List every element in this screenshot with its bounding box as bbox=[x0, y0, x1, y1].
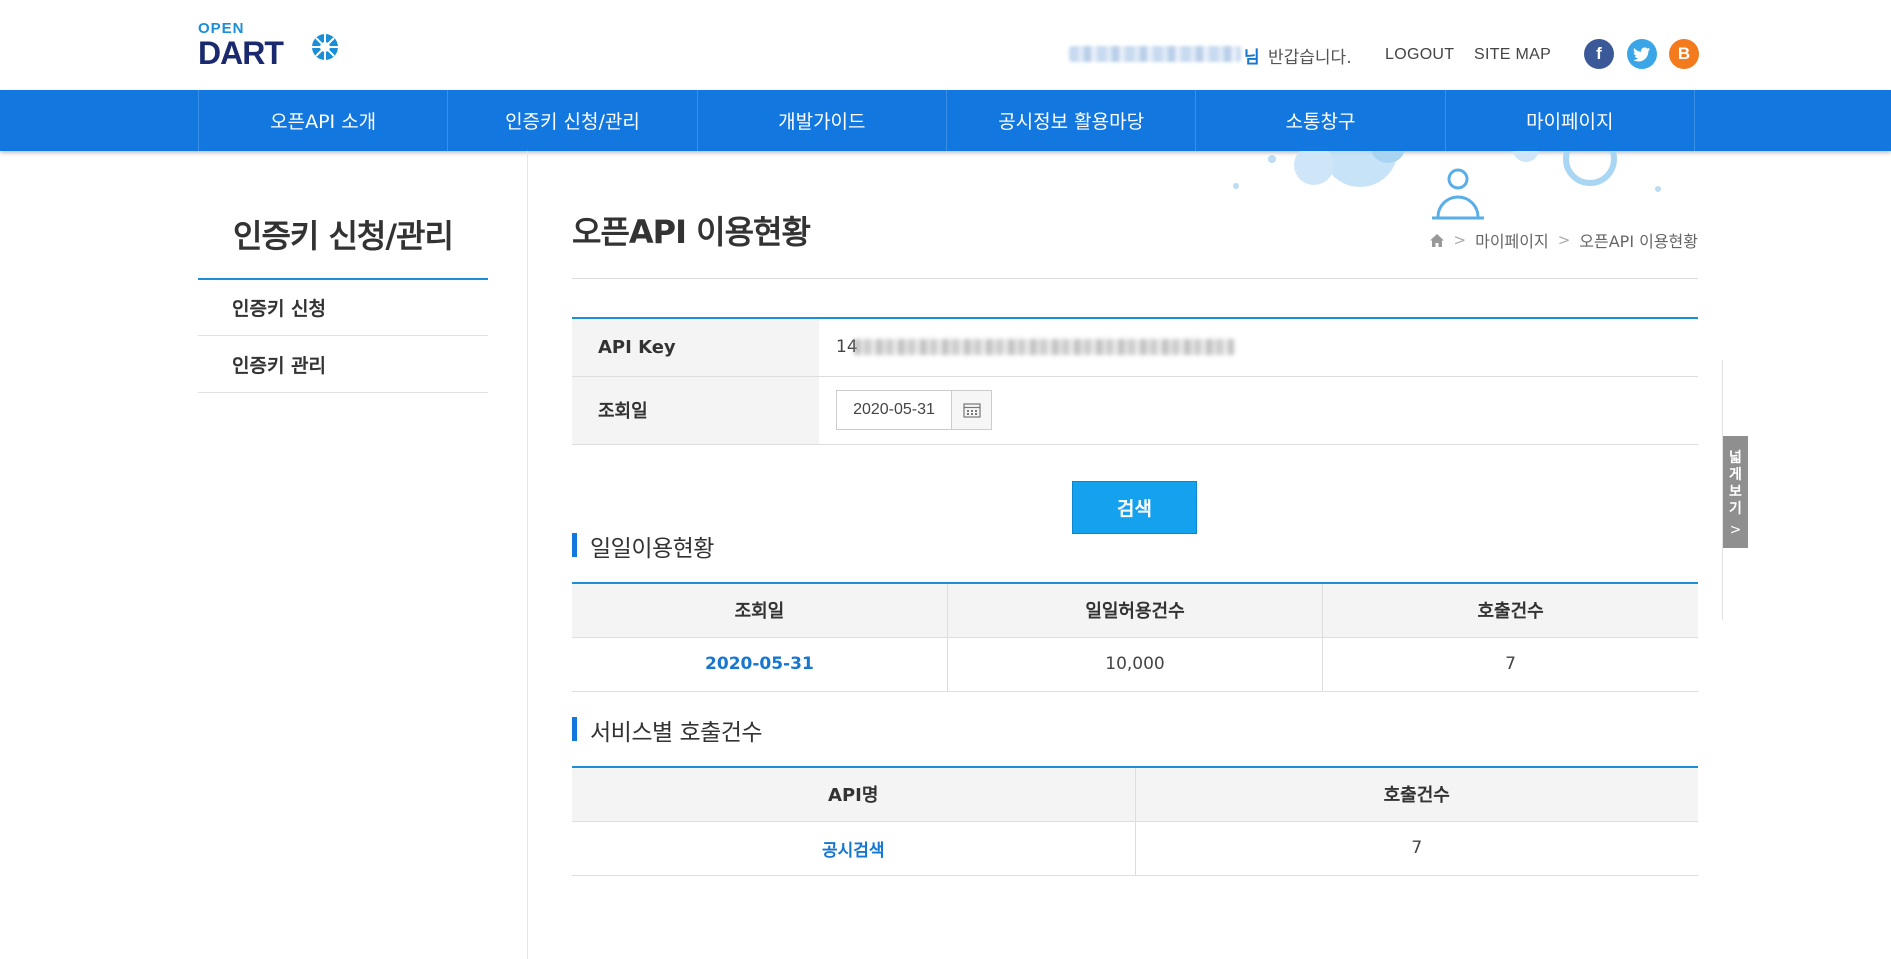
greeting-text: 반갑습니다. bbox=[1268, 48, 1352, 68]
table-row: 2020-05-31 10,000 7 bbox=[572, 637, 1698, 692]
call-count-cell: 7 bbox=[1135, 821, 1698, 876]
blogger-icon[interactable]: B bbox=[1669, 39, 1699, 69]
date-cell[interactable]: 2020-05-31 bbox=[572, 637, 948, 692]
column-header: 일일허용건수 bbox=[947, 583, 1324, 638]
widen-view-label: 넓게보기 bbox=[1729, 450, 1742, 517]
api-name-cell[interactable]: 공시검색 bbox=[572, 821, 1136, 876]
sidebar-item-usage-status[interactable]: 오픈API 이용현황 bbox=[198, 395, 486, 451]
logo-dart-text: DART bbox=[198, 35, 284, 71]
chevron-right-icon: > bbox=[1729, 522, 1742, 538]
nav-item-openapi-intro[interactable]: 오픈API 소개 bbox=[199, 90, 449, 151]
search-button[interactable]: 검색 bbox=[1072, 481, 1197, 534]
nav-item-communication[interactable]: 소통창구 bbox=[1196, 90, 1446, 151]
chevron-right-icon: > bbox=[1557, 231, 1571, 249]
column-header: 호출건수 bbox=[1322, 583, 1698, 638]
column-header: 호출건수 bbox=[1135, 767, 1698, 822]
sidebar-item-label: 오픈API 이용현황 bbox=[230, 413, 378, 436]
open-dart-logo[interactable]: OPEN DART bbox=[198, 20, 342, 71]
calendar-icon[interactable] bbox=[952, 390, 992, 430]
sitemap-link[interactable]: SITE MAP bbox=[1474, 46, 1551, 64]
date-link[interactable]: 2020-05-31 bbox=[705, 654, 814, 674]
nav-item-auth-key[interactable]: 인증키 신청/관리 bbox=[448, 90, 698, 151]
api-key-redacted bbox=[853, 339, 1234, 356]
user-suffix: 님 bbox=[1244, 48, 1260, 68]
page-title: 오픈API 이용현황 bbox=[572, 213, 811, 251]
daily-usage-table: 조회일 일일허용건수 호출건수 2020-05-31 10,000 7 bbox=[572, 582, 1698, 692]
home-icon[interactable] bbox=[1429, 233, 1445, 248]
service-calls-title: 서비스별 호출건수 bbox=[572, 713, 763, 747]
sidebar: 인증키 신청/관리 인증키 신청 인증키 관리 오픈API 이용현황 bbox=[198, 151, 528, 959]
api-key-row: API Key 14 bbox=[572, 318, 1698, 377]
main-content: 오픈API 이용현황 > 마이페이지 > 오픈API 이용현황 API Key … bbox=[572, 151, 1698, 959]
date-label: 조회일 bbox=[572, 376, 819, 445]
user-name-redacted bbox=[1069, 46, 1241, 62]
nav-item-disclosure[interactable]: 공시정보 활용마당 bbox=[947, 90, 1197, 151]
api-key-label: API Key bbox=[572, 318, 819, 377]
site-header: OPEN DART 님 반갑습니다. LOGOUT SITE MAP f B bbox=[0, 0, 1891, 90]
call-count-cell: 7 bbox=[1322, 637, 1698, 692]
logo-globe-icon bbox=[312, 34, 338, 60]
nav-item-mypage[interactable]: 마이페이지 bbox=[1446, 90, 1695, 151]
api-name-link[interactable]: 공시검색 bbox=[822, 841, 885, 861]
date-picker bbox=[836, 390, 1698, 430]
api-key-value: 14 bbox=[819, 318, 1698, 377]
nav-item-dev-guide[interactable]: 개발가이드 bbox=[698, 90, 947, 151]
main-navigation: 오픈API 소개 인증키 신청/관리 개발가이드 공시정보 활용마당 소통창구 … bbox=[0, 90, 1891, 151]
breadcrumb-item[interactable]: 마이페이지 bbox=[1475, 228, 1549, 252]
logout-link[interactable]: LOGOUT bbox=[1385, 46, 1454, 64]
date-row: 조회일 bbox=[572, 376, 1698, 445]
sidebar-item-key-manage[interactable]: 인증키 관리 bbox=[198, 337, 488, 393]
breadcrumb: > 마이페이지 > 오픈API 이용현황 bbox=[1429, 228, 1698, 252]
title-divider bbox=[572, 278, 1698, 279]
daily-usage-title: 일일이용현황 bbox=[572, 529, 714, 563]
search-form-table: API Key 14 조회일 bbox=[572, 317, 1698, 445]
column-header: API명 bbox=[572, 767, 1136, 822]
sidebar-item-key-apply[interactable]: 인증키 신청 bbox=[198, 280, 488, 336]
allowed-count-cell: 10,000 bbox=[947, 637, 1324, 692]
widen-view-button[interactable]: 넓게보기 > bbox=[1723, 436, 1748, 548]
date-input[interactable] bbox=[836, 390, 952, 430]
table-row: 공시검색 7 bbox=[572, 821, 1698, 876]
column-header: 조회일 bbox=[572, 583, 948, 638]
twitter-icon[interactable] bbox=[1627, 39, 1657, 69]
chevron-right-icon: > bbox=[1453, 231, 1467, 249]
breadcrumb-item[interactable]: 오픈API 이용현황 bbox=[1579, 228, 1698, 252]
facebook-icon[interactable]: f bbox=[1584, 39, 1614, 69]
service-calls-table: API명 호출건수 공시검색 7 bbox=[572, 766, 1698, 876]
sidebar-title: 인증키 신청/관리 bbox=[233, 217, 454, 255]
